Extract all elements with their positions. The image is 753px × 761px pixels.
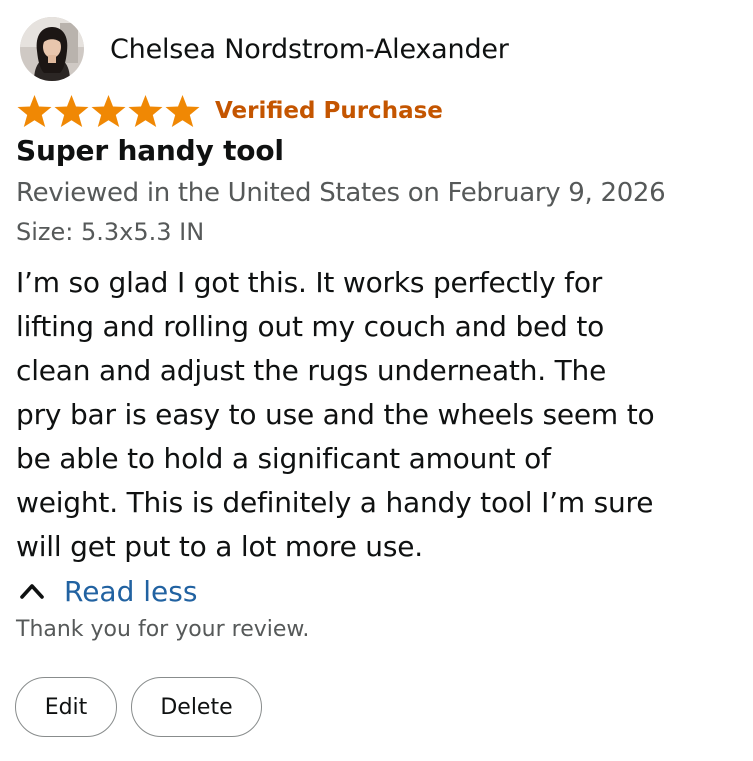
star-icon [54, 95, 89, 127]
read-less-link[interactable]: Read less [16, 569, 744, 613]
star-icon [17, 95, 52, 127]
review-body-line: I’m so glad I got this. It works perfect… [16, 266, 603, 299]
reviewer-name[interactable]: Chelsea Nordstrom-Alexander [110, 34, 509, 65]
review-body-line: will get put to a lot more use. [16, 530, 423, 563]
review-body: I’m so glad I got this. It works perfect… [16, 261, 746, 569]
review-body-line: pry bar is easy to use and the wheels se… [16, 398, 655, 431]
avatar-image [20, 17, 84, 81]
reviewer-row: Chelsea Nordstrom-Alexander [16, 14, 744, 84]
avatar[interactable] [20, 17, 84, 81]
star-icon [128, 95, 163, 127]
rating-row: Verified Purchase [16, 94, 744, 128]
verified-purchase-badge: Verified Purchase [215, 98, 443, 124]
review-body-line: clean and adjust the rugs underneath. Th… [16, 354, 607, 387]
read-less-label[interactable]: Read less [64, 575, 197, 608]
review-body-line: lifting and rolling out my couch and bed… [16, 310, 605, 343]
review-title: Super handy tool [16, 134, 284, 167]
star-icon [91, 95, 126, 127]
star-icon [165, 95, 200, 127]
review-actions: Edit Delete [15, 677, 744, 737]
review-body-line: weight. This is definitely a handy tool … [16, 486, 654, 519]
chevron-up-icon [20, 584, 44, 599]
star-rating [16, 94, 201, 128]
thank-you-message: Thank you for your review. [16, 617, 310, 642]
review-body-line: be able to hold a significant amount of [16, 442, 551, 475]
product-variant: Size: 5.3x5.3 IN [16, 218, 205, 246]
delete-button[interactable]: Delete [131, 677, 262, 737]
review-card: Chelsea Nordstrom-Alexander Verified Pur… [15, 14, 746, 737]
review-date: Reviewed in the United States on Februar… [16, 178, 666, 208]
edit-button[interactable]: Edit [15, 677, 117, 737]
